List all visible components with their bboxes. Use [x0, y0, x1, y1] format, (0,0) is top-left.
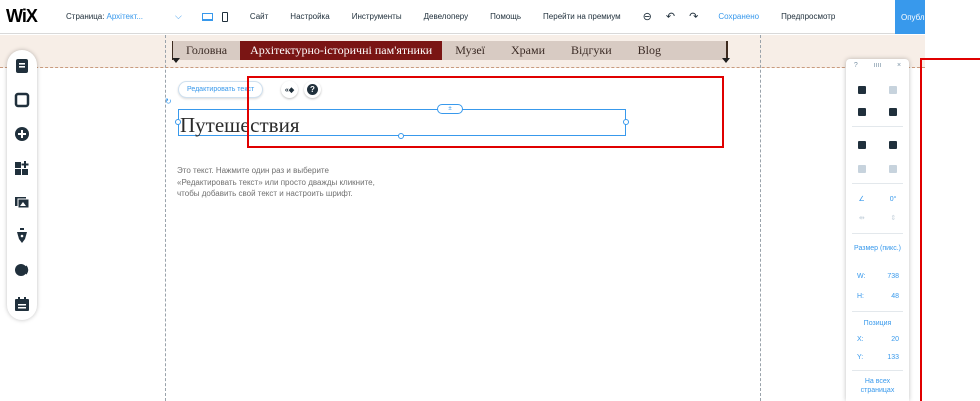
- menu-item-upgrade[interactable]: Перейти на премиум: [543, 12, 621, 21]
- width-row[interactable]: W: 738: [846, 273, 909, 280]
- flip-row: ⇹ ⇕: [846, 212, 909, 224]
- nav-corner-left-icon: [172, 58, 180, 63]
- distribute-row: [846, 163, 909, 175]
- publish-button[interactable]: Опубл: [895, 0, 925, 34]
- site-nav-item-museums[interactable]: Музеї: [442, 41, 498, 60]
- panel-drag-icon[interactable]: ıııı: [874, 62, 882, 72]
- panel-divider: [852, 126, 903, 127]
- panel-divider-3: [852, 233, 903, 234]
- redo-icon[interactable]: ↷: [689, 10, 698, 23]
- flip-horizontal-icon[interactable]: ⇹: [859, 214, 865, 222]
- pages-menu-icon[interactable]: [14, 58, 30, 74]
- rotate-handle-icon[interactable]: ↻: [165, 97, 172, 106]
- page-value: Архітект...: [106, 12, 144, 21]
- x-label: X:: [857, 336, 864, 343]
- paragraph-text[interactable]: Это текст. Нажмите один раз и выберите «…: [177, 165, 377, 200]
- match-size-icon[interactable]: [889, 165, 898, 173]
- height-label: H:: [857, 293, 864, 300]
- rotation-value[interactable]: 0°: [890, 196, 897, 203]
- arrange-row: [846, 139, 909, 151]
- delete-icon[interactable]: [889, 108, 898, 116]
- menu-item-developer[interactable]: Девелоперу: [424, 12, 469, 21]
- copy-row: [846, 84, 909, 96]
- calendar-icon[interactable]: [14, 296, 30, 312]
- position-label: Позиция: [863, 320, 892, 327]
- site-nav-item-monuments[interactable]: Архітектурно-історичні пам'ятники: [240, 41, 443, 60]
- y-value[interactable]: 133: [887, 354, 899, 361]
- page-selector[interactable]: Страница: Архітект... ⌵: [66, 11, 182, 22]
- wix-logo: WiX: [6, 6, 38, 26]
- copy-icon[interactable]: [857, 86, 866, 94]
- highlight-annotation-line: [920, 59, 922, 401]
- menu-item-settings[interactable]: Настройка: [290, 12, 329, 21]
- rotation-icon[interactable]: ∠: [859, 195, 865, 203]
- page-label: Страница:: [66, 12, 105, 21]
- top-menu: Сайт Настройка Инструменты Девелоперу По…: [250, 12, 643, 21]
- mobile-view-icon[interactable]: [221, 11, 228, 22]
- y-row[interactable]: Y: 133: [846, 354, 909, 361]
- site-nav-item-home[interactable]: Головна: [173, 41, 240, 60]
- x-row[interactable]: X: 20: [846, 336, 909, 343]
- add-icon[interactable]: [14, 126, 30, 142]
- panel-divider-4: [852, 311, 903, 312]
- gridline-left: [165, 35, 166, 401]
- zoom-icon[interactable]: ⊖: [643, 10, 652, 23]
- height-value[interactable]: 48: [891, 293, 899, 300]
- panel-help-icon[interactable]: ?: [854, 62, 858, 72]
- site-navigation-menu[interactable]: Головна Архітектурно-історичні пам'ятник…: [172, 41, 728, 60]
- saved-status: Сохранено: [718, 12, 760, 21]
- duplicate-icon[interactable]: [857, 108, 866, 116]
- highlight-annotation-box: [247, 76, 724, 148]
- flip-vertical-icon[interactable]: ⇕: [890, 214, 896, 222]
- all-pages-toggle[interactable]: На всех страницах: [846, 377, 909, 395]
- panel-top-controls: ? ıııı ×: [846, 62, 909, 72]
- nav-corner-right-icon: [722, 58, 730, 63]
- add-apps-icon[interactable]: [14, 160, 30, 176]
- width-value[interactable]: 738: [887, 273, 899, 280]
- paste-icon[interactable]: [889, 86, 898, 94]
- arrange-icon[interactable]: [857, 141, 866, 149]
- gridline-right: [760, 35, 761, 401]
- size-label: Размер (пикс.): [854, 245, 901, 252]
- menu-item-tools[interactable]: Инструменты: [352, 12, 402, 21]
- site-nav-item-blog[interactable]: Blog: [625, 41, 674, 60]
- duplicate-row: [846, 106, 909, 118]
- menu-item-help[interactable]: Помощь: [490, 12, 521, 21]
- align-icon[interactable]: [889, 141, 898, 149]
- background-icon[interactable]: [14, 92, 30, 108]
- properties-panel: ? ıııı × ∠ 0° ⇹ ⇕ Размер (пикс.) W: 738 …: [846, 59, 909, 401]
- pen-icon[interactable]: [14, 228, 30, 244]
- desktop-view-icon[interactable]: [201, 12, 213, 21]
- left-toolbar: [7, 50, 37, 320]
- preview-button[interactable]: Предпросмотр: [781, 12, 835, 21]
- panel-divider-5: [852, 370, 903, 371]
- width-label: W:: [857, 273, 866, 280]
- editor-topbar: WiX Страница: Архітект... ⌵ Сайт Настрой…: [0, 0, 925, 34]
- site-nav-item-temples[interactable]: Храми: [498, 41, 558, 60]
- panel-close-icon[interactable]: ×: [897, 62, 901, 72]
- chat-icon[interactable]: [14, 262, 30, 278]
- media-icon[interactable]: [14, 194, 30, 210]
- menu-item-site[interactable]: Сайт: [250, 12, 268, 21]
- rotation-row: ∠ 0°: [846, 193, 909, 205]
- x-value[interactable]: 20: [891, 336, 899, 343]
- undo-icon[interactable]: ↶: [666, 10, 675, 23]
- site-nav-item-reviews[interactable]: Відгуки: [558, 41, 625, 60]
- chevron-down-icon[interactable]: ⌵: [175, 11, 182, 22]
- highlight-annotation-line-top: [920, 58, 980, 60]
- distribute-icon[interactable]: [857, 165, 866, 173]
- panel-divider-2: [852, 183, 903, 184]
- y-label: Y:: [857, 354, 864, 361]
- height-row[interactable]: H: 48: [846, 293, 909, 300]
